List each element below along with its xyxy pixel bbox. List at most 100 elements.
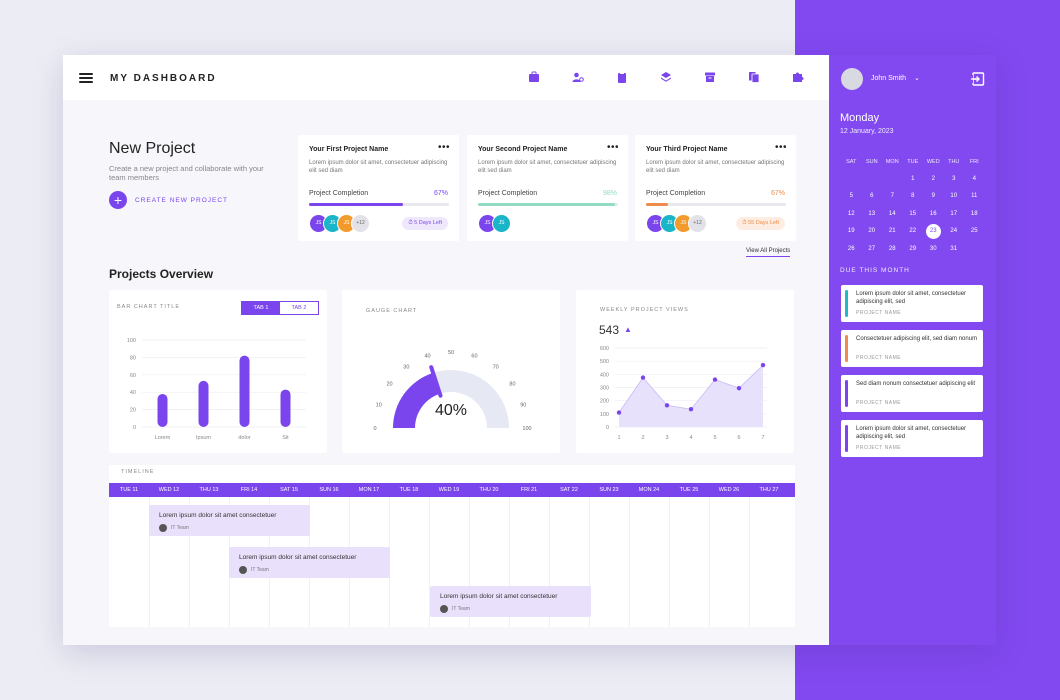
x-tick-label: 7: [761, 435, 764, 441]
y-tick-label: 80: [130, 355, 136, 361]
task-team-label: IT Team: [171, 525, 189, 531]
plus-icon[interactable]: +: [109, 191, 127, 209]
more-members-badge[interactable]: +12: [688, 214, 707, 233]
calendar-day[interactable]: 4: [964, 176, 985, 182]
calendar-day[interactable]: 17: [944, 211, 965, 217]
progress-track: [309, 203, 449, 206]
due-item-color-bar: [845, 380, 848, 407]
calendar-day[interactable]: 16: [923, 211, 944, 217]
more-options-icon[interactable]: •••: [775, 142, 787, 153]
clipboard-icon[interactable]: [615, 70, 629, 84]
timeline-day-label: SAT 22: [560, 487, 578, 493]
project-card[interactable]: Your Second Project Name ••• Lorem ipsum…: [467, 135, 628, 241]
calendar-days: 1 2 3 4 5 6 7 8 9 10 11 12 13 14 15 16 17 18 19 20 21 22 23 24 2…: [841, 170, 985, 257]
view-all-projects-link[interactable]: View All Projects: [746, 248, 791, 257]
calendar-day[interactable]: 21: [882, 228, 903, 234]
team-avatars: JS JS JS +12: [309, 214, 370, 233]
project-card[interactable]: Your First Project Name ••• Lorem ipsum …: [298, 135, 459, 241]
timeline-task[interactable]: Lorem ipsum dolor sit amet consectetuer …: [149, 505, 310, 536]
calendar-day[interactable]: 1: [903, 176, 924, 182]
due-item[interactable]: Sed diam nonum consectetuer adipiscing e…: [841, 375, 983, 412]
project-title: Your Second Project Name: [478, 146, 568, 153]
more-options-icon[interactable]: •••: [438, 142, 450, 153]
gauge-tick-label: 80: [509, 381, 515, 387]
more-members-badge[interactable]: +12: [351, 214, 370, 233]
calendar-day[interactable]: 22: [903, 228, 924, 234]
documents-icon[interactable]: [747, 70, 761, 84]
users-settings-icon[interactable]: [571, 70, 585, 84]
gauge-tick-label: 20: [386, 381, 392, 387]
logout-icon[interactable]: [970, 72, 985, 86]
y-tick-label: 400: [600, 372, 609, 378]
calendar-day[interactable]: 3: [944, 176, 965, 182]
timeline-day-label: THU 13: [199, 487, 219, 493]
more-options-icon[interactable]: •••: [607, 142, 619, 153]
create-project-button[interactable]: + CREATE NEW PROJECT: [109, 191, 228, 209]
due-item[interactable]: Lorem ipsum dolor sit amet, consectetuer…: [841, 420, 983, 457]
project-title: Your First Project Name: [309, 146, 389, 153]
due-item[interactable]: Lorem ipsum dolor sit amet, consectetuer…: [841, 285, 983, 322]
completion-label: Project Completion: [309, 190, 369, 197]
calendar-day[interactable]: 2: [923, 176, 944, 182]
gauge-value-label: 40%: [435, 402, 467, 419]
top-bar: MY DASHBOARD: [63, 55, 829, 100]
avatar[interactable]: [841, 68, 863, 90]
calendar-day[interactable]: 29: [903, 246, 924, 252]
weekly-views-widget: WEEKLY PROJECT VIEWS 543 ▲ 0 100 200 300 400…: [576, 290, 794, 453]
calendar-day[interactable]: 11: [964, 193, 985, 199]
calendar-day[interactable]: 25: [964, 228, 985, 234]
timeline-task[interactable]: Lorem ipsum dolor sit amet consectetuer …: [430, 586, 591, 617]
due-item[interactable]: Consectetuer adipiscing elit, sed diam n…: [841, 330, 983, 367]
gauge-tick-label: 40: [424, 354, 430, 360]
data-point: [736, 385, 742, 391]
calendar-day[interactable]: 10: [944, 193, 965, 199]
layers-icon[interactable]: [659, 70, 673, 84]
calendar-week: 19 20 21 22 23 24 25: [841, 223, 985, 240]
calendar-week: 26 27 28 29 30 31: [841, 240, 985, 257]
calendar-day[interactable]: 13: [862, 211, 883, 217]
calendar-day[interactable]: 31: [944, 246, 965, 252]
timeline-day-label: TUE 18: [399, 487, 419, 493]
task-team: IT Team: [159, 524, 189, 532]
calendar-day[interactable]: 6: [862, 193, 883, 199]
gauge-tick-label: 50: [448, 350, 454, 356]
user-name[interactable]: John Smith: [871, 75, 906, 82]
calendar-day[interactable]: 19: [841, 228, 862, 234]
calendar-day[interactable]: 24: [944, 228, 965, 234]
calendar-day[interactable]: 20: [862, 228, 883, 234]
member-avatar[interactable]: JS: [492, 214, 511, 233]
calendar-day[interactable]: 27: [862, 246, 883, 252]
calendar-day[interactable]: 28: [882, 246, 903, 252]
task-team: IT Team: [440, 605, 470, 613]
progress-track: [646, 203, 786, 206]
calendar-week: 12 13 14 15 16 17 18: [841, 205, 985, 222]
x-tick-label: 4: [689, 435, 692, 441]
timeline-task[interactable]: Lorem ipsum dolor sit amet consectetuer …: [229, 547, 390, 578]
project-card[interactable]: Your Third Project Name ••• Lorem ipsum …: [635, 135, 796, 241]
puzzle-icon[interactable]: [791, 70, 805, 84]
calendar-day[interactable]: 15: [903, 211, 924, 217]
calendar-day[interactable]: 26: [841, 246, 862, 252]
briefcase-icon[interactable]: [527, 70, 541, 84]
archive-icon[interactable]: [703, 70, 717, 84]
calendar-day[interactable]: 23: [923, 223, 944, 239]
timeline-day-label: WED 12: [158, 487, 180, 493]
calendar-day[interactable]: 9: [923, 193, 944, 199]
calendar-day[interactable]: 12: [841, 211, 862, 217]
timeline-day-label: THU 27: [759, 487, 779, 493]
calendar-day[interactable]: 8: [903, 193, 924, 199]
create-project-label[interactable]: CREATE NEW PROJECT: [135, 197, 228, 204]
chevron-down-icon[interactable]: ⌄: [914, 74, 920, 82]
calendar-day[interactable]: 30: [923, 246, 944, 252]
calendar-day[interactable]: 14: [882, 211, 903, 217]
calendar-day[interactable]: 5: [841, 193, 862, 199]
due-item-project: PROJECT NAME: [856, 355, 902, 361]
calendar-week: 1234: [841, 170, 985, 187]
days-left-badge: ⏱ 55 Days Left: [736, 217, 785, 230]
timeline-day-label: MON 24: [638, 487, 660, 493]
hamburger-menu-icon[interactable]: [79, 73, 93, 83]
calendar-weekdays: SAT SUN MON TUE WED THU FRI: [841, 153, 985, 170]
calendar-day[interactable]: 18: [964, 211, 985, 217]
calendar-day[interactable]: 7: [882, 193, 903, 199]
weekday-label: FRI: [969, 158, 979, 165]
